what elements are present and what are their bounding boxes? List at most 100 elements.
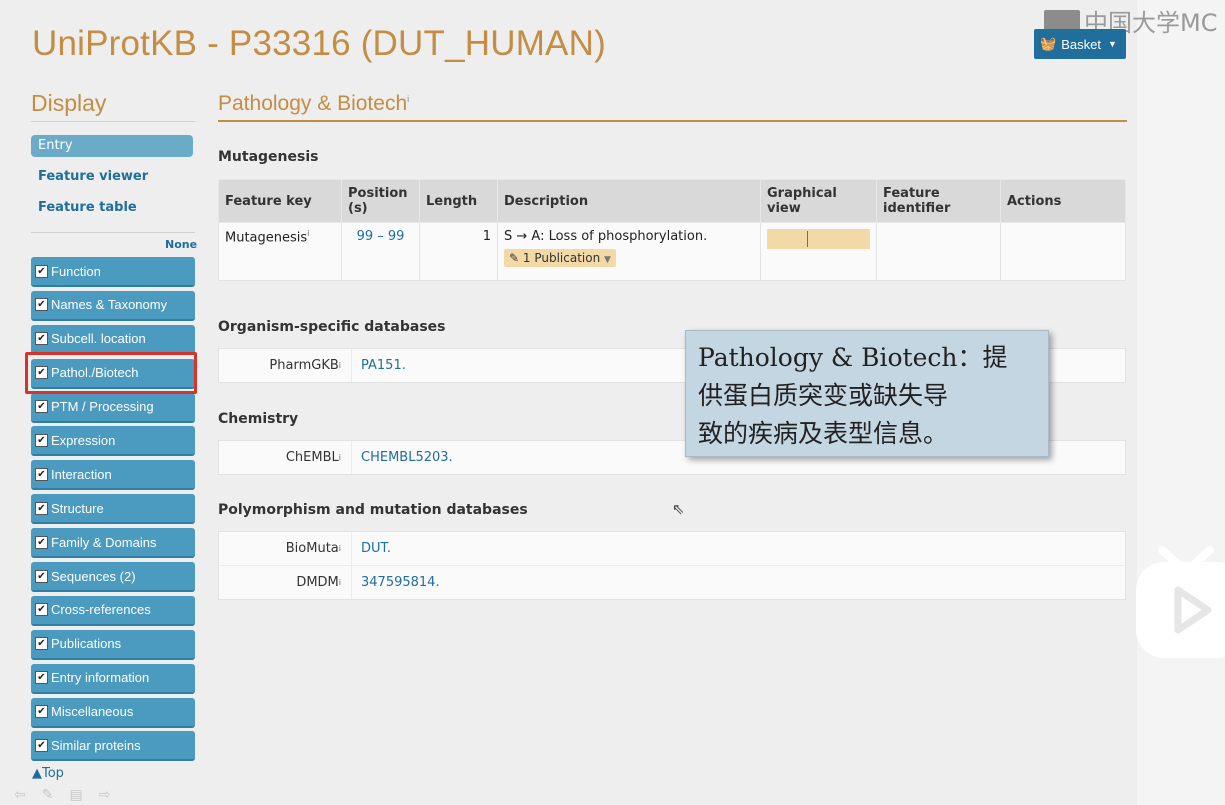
basket-button[interactable]: 🧺 Basket ▼ bbox=[1034, 29, 1126, 59]
checkbox-checked-icon[interactable]: ✔ bbox=[35, 298, 48, 312]
table-header-row: Feature key Position (s) Length Descript… bbox=[218, 179, 1126, 223]
info-icon[interactable]: i bbox=[339, 544, 341, 553]
table-row: DMDM i 347595814. bbox=[219, 566, 1125, 599]
column-header[interactable]: Length bbox=[419, 179, 498, 223]
checkbox-checked-icon[interactable]: ✔ bbox=[35, 603, 48, 617]
top-link[interactable]: ▲Top bbox=[32, 766, 64, 781]
section-title-text: Pathology & Biotech bbox=[218, 92, 408, 115]
sidebar-item-subcell-location[interactable]: ✔ Subcell. location bbox=[31, 324, 195, 355]
column-header[interactable]: Feature key bbox=[218, 179, 342, 223]
checkbox-checked-icon[interactable]: ✔ bbox=[35, 637, 48, 651]
menu-icon[interactable]: ▤ bbox=[69, 787, 82, 803]
forward-icon[interactable]: ⇨ bbox=[99, 787, 111, 803]
info-icon[interactable]: i bbox=[339, 361, 341, 370]
info-icon[interactable]: i bbox=[339, 578, 341, 587]
sidebar-item-names-taxonomy[interactable]: ✔ Names & Taxonomy bbox=[31, 290, 195, 321]
db-link[interactable]: PA151. bbox=[352, 358, 406, 373]
sidebar-item-label: Publications bbox=[51, 636, 122, 652]
checkbox-checked-icon[interactable]: ✔ bbox=[35, 264, 48, 278]
sidebar-item-sequences[interactable]: ✔ Sequences (2) bbox=[31, 562, 195, 593]
checkbox-checked-icon[interactable]: ✔ bbox=[35, 535, 48, 549]
divider bbox=[31, 121, 195, 122]
graphical-view-bar[interactable] bbox=[767, 229, 870, 249]
sidebar-item-family-domains[interactable]: ✔ Family & Domains bbox=[31, 528, 195, 559]
sidebar-item-cross-references[interactable]: ✔ Cross-references bbox=[31, 595, 195, 626]
display-heading: Display bbox=[31, 90, 107, 116]
sidebar-item-label: Function bbox=[51, 263, 101, 279]
column-header[interactable]: Graphical view bbox=[760, 179, 877, 223]
organism-db-heading: Organism-specific databases bbox=[218, 319, 446, 335]
db-link[interactable]: DUT. bbox=[352, 541, 391, 556]
info-icon[interactable]: i bbox=[407, 94, 409, 104]
db-key-text: PharmGKB bbox=[269, 358, 339, 373]
info-icon[interactable]: i bbox=[339, 453, 341, 462]
feature-table-link[interactable]: Feature table bbox=[38, 200, 137, 215]
arrow-up-icon: ▲ bbox=[32, 766, 42, 781]
section-divider bbox=[218, 120, 1127, 122]
description-text: S → A: Loss of phosphorylation. bbox=[504, 229, 708, 244]
section-title: Pathology & Biotechi bbox=[218, 92, 409, 116]
chevron-down-icon: ▼ bbox=[604, 255, 611, 265]
select-none-link[interactable]: None bbox=[165, 238, 197, 251]
feature-key-cell: Mutagenesisi bbox=[218, 222, 342, 281]
chemistry-heading: Chemistry bbox=[218, 411, 299, 427]
sidebar-item-entry-information[interactable]: ✔ Entry information bbox=[31, 663, 195, 694]
info-icon[interactable]: i bbox=[307, 229, 309, 238]
section-toggle-list: ✔ Function ✔ Names & Taxonomy ✔ Subcell. lo… bbox=[31, 257, 195, 765]
publication-badge[interactable]: ✎ 1 Publication ▼ bbox=[504, 249, 616, 267]
checkbox-checked-icon[interactable]: ✔ bbox=[35, 467, 48, 481]
db-key: DMDM i bbox=[219, 566, 352, 599]
right-margin bbox=[1137, 0, 1225, 805]
feature-viewer-link[interactable]: Feature viewer bbox=[38, 169, 148, 184]
column-header[interactable]: Feature identifier bbox=[876, 179, 1001, 223]
table-row: Mutagenesisi 99 – 99 1 S → A: Loss of ph… bbox=[218, 222, 1126, 281]
sidebar-item-label: Sequences (2) bbox=[51, 568, 136, 584]
checkbox-checked-icon[interactable]: ✔ bbox=[35, 501, 48, 515]
checkbox-checked-icon[interactable]: ✔ bbox=[35, 671, 48, 685]
publication-badge-label: 1 Publication bbox=[522, 251, 601, 265]
db-key-text: BioMuta bbox=[285, 541, 339, 556]
pen-icon[interactable]: ✎ bbox=[42, 787, 54, 803]
polymorphism-table: BioMuta i DUT. DMDM i 347595814. bbox=[218, 531, 1126, 600]
sidebar-item-function[interactable]: ✔ Function bbox=[31, 257, 195, 287]
sidebar-item-label: Structure bbox=[51, 500, 104, 516]
sidebar-item-interaction[interactable]: ✔ Interaction bbox=[31, 460, 195, 491]
play-icon[interactable] bbox=[1132, 538, 1225, 658]
page-title: UniProtKB - P33316 (DUT_HUMAN) bbox=[32, 24, 606, 63]
table-row: BioMuta i DUT. bbox=[219, 532, 1125, 566]
sidebar-item-label: Similar proteins bbox=[51, 737, 141, 753]
column-header[interactable]: Description bbox=[497, 179, 761, 223]
checkbox-checked-icon[interactable]: ✔ bbox=[35, 705, 48, 719]
db-link[interactable]: CHEMBL5203. bbox=[352, 450, 453, 465]
annotation-line: 致的疾病及表型信息。 bbox=[698, 419, 949, 448]
position-cell: 99 – 99 bbox=[341, 222, 420, 281]
entry-button[interactable]: Entry bbox=[31, 135, 193, 157]
checkbox-checked-icon[interactable]: ✔ bbox=[35, 433, 48, 447]
db-link[interactable]: 347595814. bbox=[352, 575, 440, 590]
column-header[interactable]: Position (s) bbox=[341, 179, 420, 223]
sidebar-item-publications[interactable]: ✔ Publications bbox=[31, 629, 195, 660]
db-key: BioMuta i bbox=[219, 532, 352, 565]
checkbox-checked-icon[interactable]: ✔ bbox=[35, 400, 48, 414]
sidebar-item-ptm-processing[interactable]: ✔ PTM / Processing bbox=[31, 392, 195, 423]
sidebar-item-label: Entry information bbox=[51, 670, 150, 686]
sidebar-item-label: Expression bbox=[51, 432, 116, 448]
sidebar-item-structure[interactable]: ✔ Structure bbox=[31, 494, 195, 525]
graphical-view-cell bbox=[760, 222, 877, 281]
highlight-box bbox=[25, 352, 197, 394]
annotation-line: Pathology & Biotech：提 bbox=[698, 343, 1008, 372]
checkbox-checked-icon[interactable]: ✔ bbox=[35, 738, 48, 752]
feature-marker bbox=[807, 231, 808, 247]
sidebar-item-expression[interactable]: ✔ Expression bbox=[31, 426, 195, 457]
back-icon[interactable]: ⇦ bbox=[14, 787, 26, 803]
checkbox-checked-icon[interactable]: ✔ bbox=[35, 332, 48, 346]
position-link[interactable]: 99 – 99 bbox=[357, 229, 405, 244]
sidebar-item-miscellaneous[interactable]: ✔ Miscellaneous bbox=[31, 697, 195, 728]
db-key: ChEMBL i bbox=[219, 441, 352, 474]
annotation-callout: Pathology & Biotech：提 供蛋白质突变或缺失导 致的疾病及表型… bbox=[685, 330, 1049, 457]
sidebar-item-similar-proteins[interactable]: ✔ Similar proteins bbox=[31, 731, 195, 762]
column-header[interactable]: Actions bbox=[1000, 179, 1126, 223]
mutagenesis-heading: Mutagenesis bbox=[218, 149, 319, 165]
db-key-text: DMDM bbox=[296, 575, 339, 590]
checkbox-checked-icon[interactable]: ✔ bbox=[35, 569, 48, 583]
